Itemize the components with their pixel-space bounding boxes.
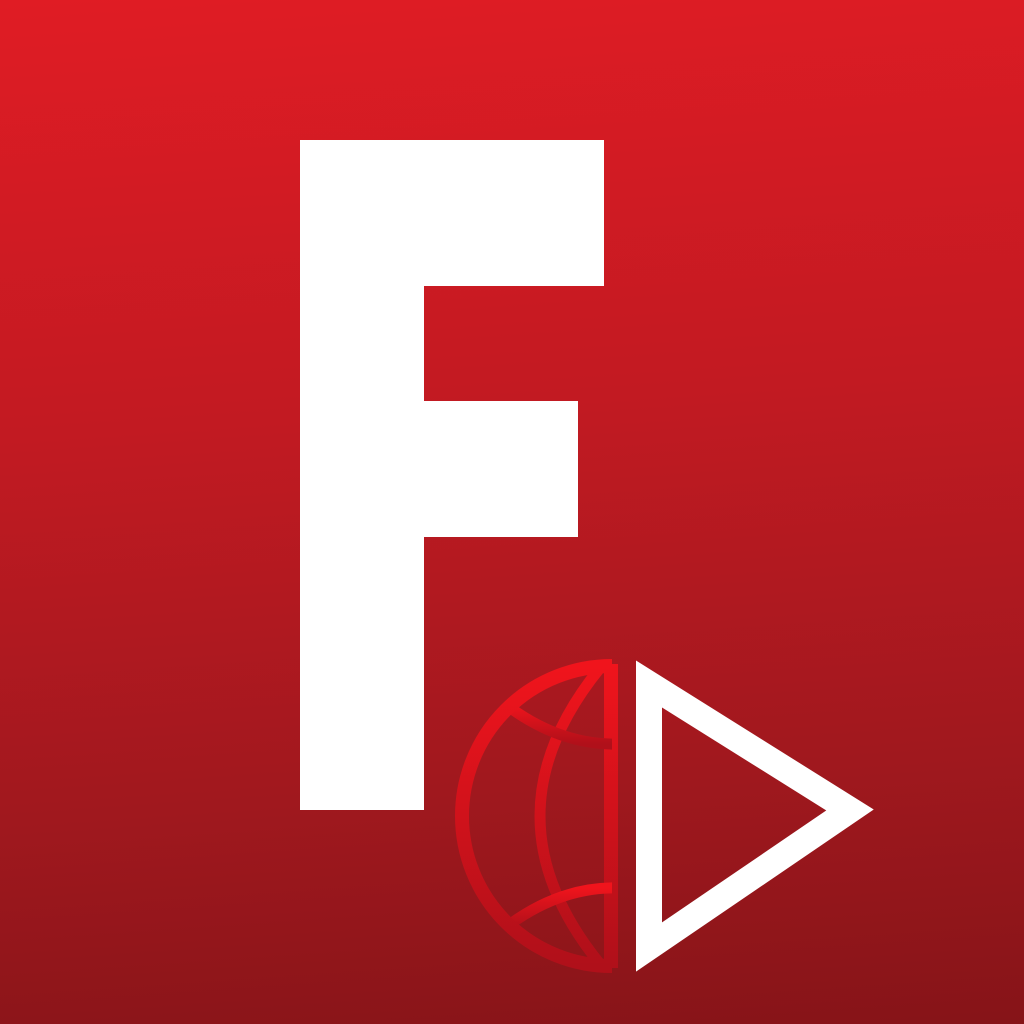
app-icon bbox=[0, 0, 1024, 1024]
globe-icon bbox=[455, 659, 618, 973]
app-logo bbox=[300, 140, 874, 973]
letter-f-glyph bbox=[300, 140, 604, 810]
play-icon bbox=[636, 660, 874, 972]
